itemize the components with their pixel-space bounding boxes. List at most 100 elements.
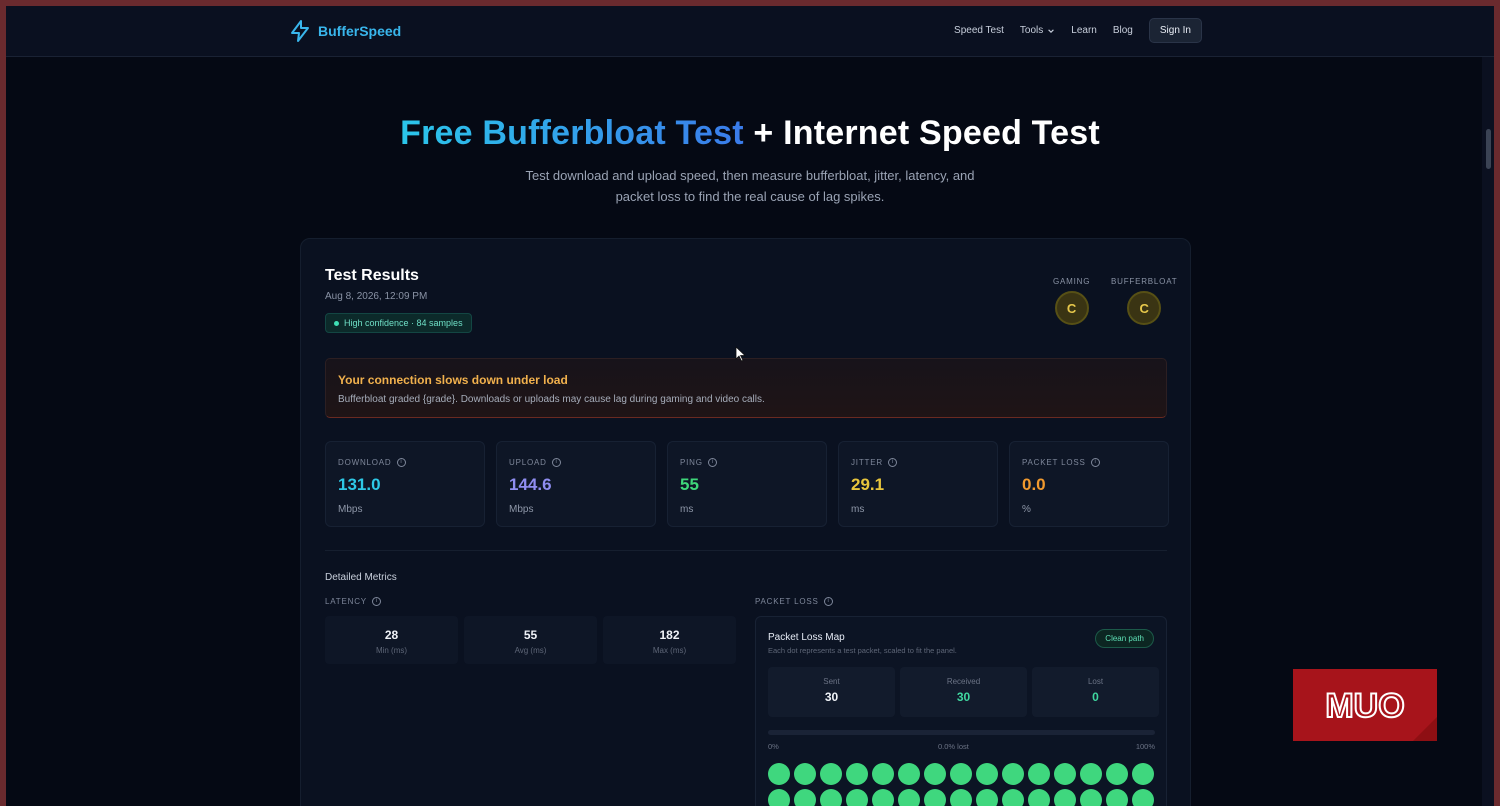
hero-subtitle-line-2: packet loss to find the real cause of la… (615, 189, 885, 204)
metric-jitter: JITTER i 29.1 ms (838, 441, 998, 527)
bufferbloat-grade: BUFFERBLOAT C (1111, 277, 1177, 325)
packets-lost-value: 0 (1092, 690, 1099, 704)
chevron-down-icon (1048, 28, 1055, 33)
packets-lost: Lost 0 (1032, 667, 1159, 717)
bufferbloat-grade-badge: C (1127, 291, 1162, 325)
packet-dot (1106, 789, 1128, 806)
packet-dot (820, 763, 842, 785)
metric-value: 0.0 (1022, 475, 1046, 494)
brand-logo[interactable]: BufferSpeed (288, 19, 401, 43)
metric-value: 55 (680, 475, 699, 494)
load-warning-alert: Your connection slows down under load Bu… (325, 358, 1167, 418)
info-circle-icon[interactable]: i (551, 458, 561, 467)
metric-value: 131.0 (338, 475, 381, 494)
latency-avg-value: 55 (523, 628, 538, 642)
packet-dot (924, 763, 946, 785)
metric-cards: DOWNLOAD i 131.0 Mbps UPLOAD i 144.6 Mbps … (325, 441, 1169, 527)
packet-loss-map-subtitle: Each dot represents a test packet, scale… (768, 646, 957, 655)
packet-dot (950, 789, 972, 806)
packets-lost-caption: Lost (1087, 677, 1104, 686)
info-circle-icon[interactable]: i (823, 597, 833, 606)
packet-dot (872, 763, 894, 785)
info-circle-icon[interactable]: i (887, 458, 897, 467)
metric-packet-loss: PACKET LOSS i 0.0 % (1009, 441, 1169, 527)
packet-dot (1054, 789, 1076, 806)
muo-watermark-logo: MUO (1293, 669, 1437, 741)
bufferbloat-grade-label: BUFFERBLOAT (1111, 277, 1178, 286)
metric-unit: % (1022, 504, 1031, 515)
packet-dot (1002, 789, 1024, 806)
nav-tools-dropdown[interactable]: Tools (1020, 19, 1055, 42)
info-circle-icon[interactable]: i (1090, 458, 1100, 467)
packet-dot (1002, 763, 1024, 785)
alert-title: Your connection slows down under load (338, 373, 568, 387)
packet-dot (846, 763, 868, 785)
confidence-badge: High confidence · 84 samples (325, 313, 472, 333)
clean-path-badge: Clean path (1095, 629, 1154, 648)
packet-dot (820, 789, 842, 806)
gaming-grade: GAMING C (1053, 277, 1090, 325)
metric-unit: Mbps (338, 504, 363, 515)
brand-name: BufferSpeed (318, 23, 402, 39)
nav-speed-test[interactable]: Speed Test (954, 19, 1004, 42)
latency-avg: 55 Avg (ms) (464, 616, 597, 664)
metric-value: 29.1 (851, 475, 885, 494)
packets-sent-value: 30 (824, 690, 839, 704)
nav-links: Speed Test Tools Learn Blog Sign In (954, 18, 1202, 43)
packet-dot (1132, 789, 1154, 806)
latency-max-caption: Max (ms) (652, 646, 687, 655)
metric-value: 144.6 (509, 475, 552, 494)
scale-left: 0% (768, 742, 779, 751)
alert-text: Bufferbloat graded {grade}. Downloads or… (338, 394, 765, 405)
watermark-text: MUO (1325, 687, 1404, 725)
metric-label: UPLOAD (509, 458, 547, 467)
results-date: Aug 8, 2026, 12:09 PM (325, 291, 428, 302)
packet-dot (794, 763, 816, 785)
nav-learn[interactable]: Learn (1071, 19, 1097, 42)
packet-dot (1028, 763, 1050, 785)
packet-stats: Sent 30 Received 30 Lost 0 (768, 667, 1159, 717)
info-circle-icon[interactable]: i (396, 458, 406, 467)
metric-unit: ms (680, 504, 694, 515)
hero-subtitle-line-1: Test download and upload speed, then mea… (525, 168, 975, 183)
hero-subtitle: Test download and upload speed, then mea… (6, 165, 1494, 207)
packets-received-caption: Received (946, 677, 981, 686)
packet-dot (768, 789, 790, 806)
info-circle-icon[interactable]: i (371, 597, 381, 606)
metric-label: PING (680, 458, 703, 467)
packet-dot (1106, 763, 1128, 785)
hero-title-highlight: Free Bufferbloat Test (400, 114, 744, 152)
latency-max: 182 Max (ms) (603, 616, 736, 664)
packets-received: Received 30 (900, 667, 1027, 717)
packets-received-value: 30 (956, 690, 971, 704)
packet-dot (976, 763, 998, 785)
latency-avg-caption: Avg (ms) (514, 646, 547, 655)
packet-dot (898, 789, 920, 806)
latency-min-value: 28 (384, 628, 399, 642)
metric-upload: UPLOAD i 144.6 Mbps (496, 441, 656, 527)
info-circle-icon[interactable]: i (707, 458, 717, 467)
metric-label: JITTER (851, 458, 883, 467)
packets-sent: Sent 30 (768, 667, 895, 717)
metric-unit: Mbps (509, 504, 534, 515)
packets-sent-caption: Sent (823, 677, 840, 686)
status-dot-icon (334, 320, 339, 326)
browser-viewport: BufferSpeed Speed Test Tools Learn Blog … (6, 6, 1494, 806)
sign-in-button[interactable]: Sign In (1148, 18, 1202, 43)
gaming-grade-badge: C (1054, 291, 1089, 325)
packet-loss-section-label: PACKET LOSS i (755, 597, 833, 606)
lightning-bolt-icon (291, 20, 309, 42)
latency-label: LATENCY (325, 597, 367, 606)
packet-dot (976, 789, 998, 806)
packet-dot (898, 763, 920, 785)
packet-loss-map-title: Packet Loss Map (768, 632, 845, 643)
gaming-grade-label: GAMING (1053, 277, 1091, 286)
packet-loss-map-panel: Packet Loss Map Each dot represents a te… (755, 616, 1167, 806)
scale-mid: 0.0% lost (938, 742, 969, 751)
packet-dot (768, 763, 790, 785)
nav-blog[interactable]: Blog (1113, 19, 1133, 42)
nav-tools-label: Tools (1019, 25, 1044, 36)
packet-dot (846, 789, 868, 806)
section-divider (325, 550, 1167, 551)
packet-dot-grid (768, 763, 1158, 806)
